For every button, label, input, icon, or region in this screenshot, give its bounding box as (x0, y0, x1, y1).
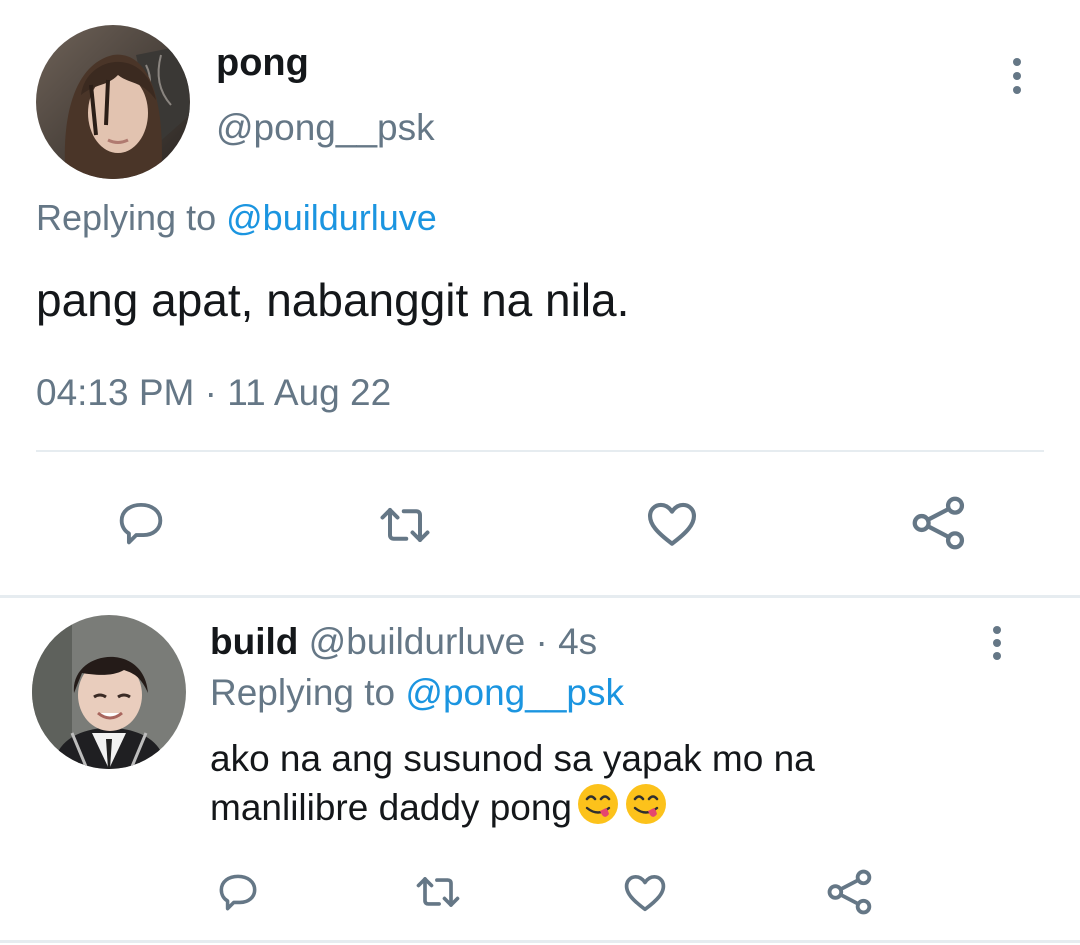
yum-face-emoji (624, 782, 668, 837)
reply-header: build @buildurluve · 4s (210, 620, 597, 664)
retweet-icon[interactable] (374, 494, 436, 556)
build-display-name[interactable]: build (210, 621, 298, 662)
replying-to-handle-link[interactable]: @buildurluve (226, 197, 437, 238)
replying-to-handle-link[interactable]: @pong__psk (405, 672, 624, 713)
reply-icon[interactable] (110, 492, 172, 554)
main-tweet-text: pang apat, nabanggit na nila. (36, 274, 630, 326)
reply-icon[interactable] (212, 866, 264, 918)
pong-handle[interactable]: @pong__psk (216, 106, 435, 150)
reply-time-ago[interactable]: 4s (558, 621, 597, 662)
tweet-separator (0, 595, 1080, 598)
main-more-options-icon[interactable] (1012, 58, 1022, 94)
retweet-icon[interactable] (412, 866, 464, 918)
reply-tweet-text: ako na ang susunod sa yapak mo na manlil… (210, 738, 815, 828)
share-icon[interactable] (906, 490, 972, 556)
main-tweet-timestamp[interactable]: 04:13 PM · 11 Aug 22 (36, 370, 391, 416)
bottom-divider (0, 940, 1080, 943)
build-handle[interactable]: @buildurluve (309, 621, 526, 662)
share-icon[interactable] (822, 864, 878, 920)
header-separator: · (535, 621, 548, 662)
main-tweet-divider (36, 450, 1044, 452)
like-icon[interactable] (640, 492, 704, 554)
yum-face-emoji (576, 782, 620, 837)
reply-more-options-icon[interactable] (992, 626, 1002, 660)
reply-replying-line: Replying to @pong__psk (210, 671, 624, 715)
like-icon[interactable] (618, 866, 672, 918)
pong-avatar[interactable] (36, 25, 190, 179)
reply-tweet-body: ako na ang susunod sa yapak mo na manlil… (210, 736, 930, 837)
main-replying-line: Replying to @buildurluve (36, 196, 437, 240)
replying-to-label: Replying to (36, 197, 217, 238)
build-avatar[interactable] (32, 615, 186, 769)
replying-to-label: Replying to (210, 672, 396, 713)
pong-display-name[interactable]: pong (216, 40, 309, 86)
